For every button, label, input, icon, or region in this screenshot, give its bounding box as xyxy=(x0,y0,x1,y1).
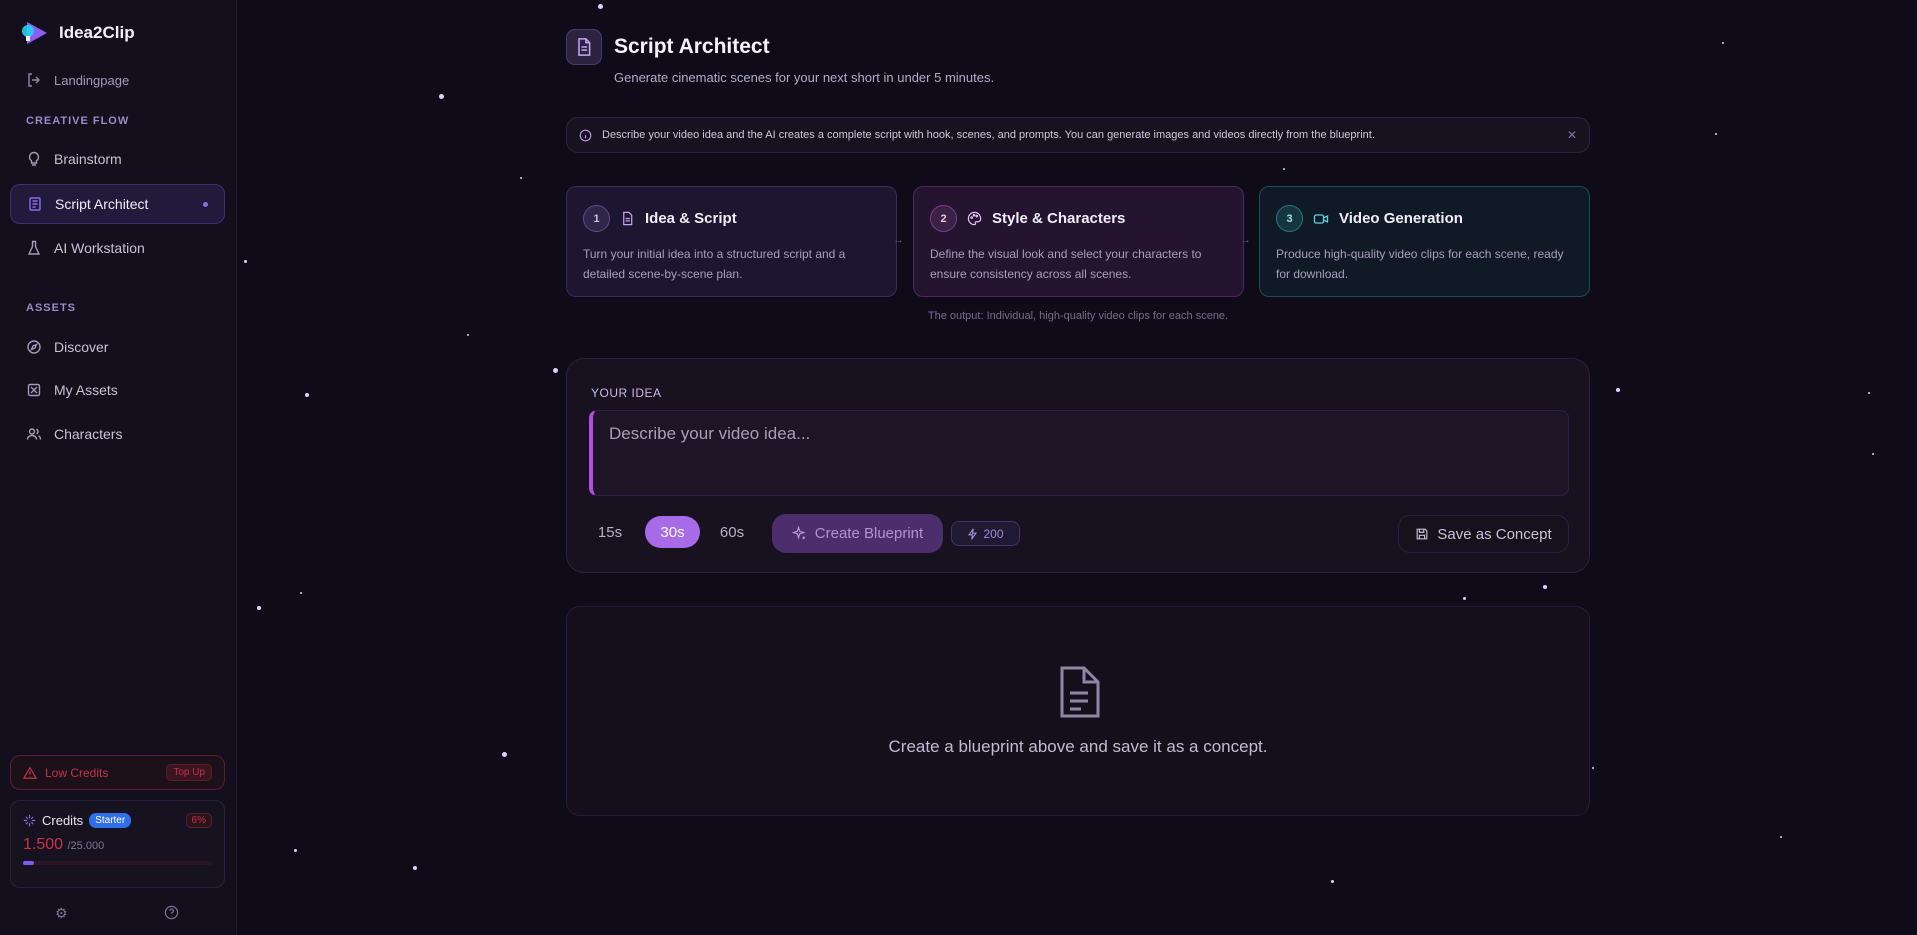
sidebar-item-label: Brainstorm xyxy=(54,151,122,167)
save-icon xyxy=(1416,528,1428,540)
help-icon[interactable] xyxy=(164,905,179,923)
plan-badge: Starter xyxy=(89,813,132,828)
lightning-icon xyxy=(968,528,978,539)
credits-value-row: 1.500 /25.000 xyxy=(23,836,212,854)
output-note: The output: Individual, high-quality vid… xyxy=(927,310,1229,322)
duration-60s-button[interactable]: 60s xyxy=(711,516,753,548)
duration-15s-button[interactable]: 15s xyxy=(589,516,631,548)
sidebar-item-characters[interactable]: Characters xyxy=(10,414,225,454)
sidebar-item-label: Discover xyxy=(54,339,109,355)
sidebar-item-script-architect[interactable]: Script Architect xyxy=(10,184,225,224)
sidebar-item-label: AI Workstation xyxy=(54,240,145,256)
close-icon[interactable]: ✕ xyxy=(1567,128,1577,142)
step-description: Define the visual look and select your c… xyxy=(930,247,1202,281)
create-blueprint-label: Create Blueprint xyxy=(814,525,924,542)
sidebar-item-discover[interactable]: Discover xyxy=(10,327,225,367)
sidebar-item-my-assets[interactable]: My Assets xyxy=(10,370,225,410)
step-description: Produce high-quality video clips for eac… xyxy=(1276,247,1564,281)
create-blueprint-button[interactable]: Create Blueprint xyxy=(772,514,943,553)
empty-state-text: Create a blueprint above and save it as … xyxy=(888,737,1268,756)
credits-card: Credits Starter 6% 1.500 /25.000 xyxy=(10,800,225,888)
document-icon xyxy=(623,211,633,226)
step-card-style-characters: 2 Style & Characters Define the visual l… xyxy=(913,186,1244,297)
save-as-concept-label: Save as Concept xyxy=(1437,525,1552,543)
sidebar-item-label: My Assets xyxy=(54,382,118,398)
sidebar-item-label: Characters xyxy=(54,426,123,442)
credits-label: Credits xyxy=(42,813,84,828)
script-architect-icon xyxy=(566,29,602,65)
settings-icon[interactable]: ⚙ xyxy=(55,905,68,922)
step-number: 3 xyxy=(1276,205,1303,232)
section-label-creative-flow: CREATIVE FLOW xyxy=(26,115,130,127)
app-name: Idea2Clip xyxy=(59,23,135,42)
info-banner: Describe your video idea and the AI crea… xyxy=(566,117,1590,153)
sparkle-icon xyxy=(791,526,806,540)
sidebar-item-landingpage[interactable]: Landingpage xyxy=(10,60,225,100)
info-icon xyxy=(579,129,592,141)
logo-icon xyxy=(19,20,49,46)
credits-progress-fill xyxy=(23,861,35,865)
step-description: Turn your initial idea into a structured… xyxy=(583,247,846,281)
active-indicator-dot xyxy=(203,201,208,207)
top-up-button[interactable]: Top Up xyxy=(166,764,212,781)
sparkle-icon xyxy=(23,814,36,827)
step-number: 2 xyxy=(930,205,957,232)
script-icon xyxy=(29,197,41,211)
empty-state-panel: Create a blueprint above and save it as … xyxy=(566,606,1590,816)
low-credits-label: Low Credits xyxy=(45,765,109,780)
users-icon xyxy=(26,428,42,440)
idea-panel: YOUR IDEA 15s 30s 60s Create Blueprint 2… xyxy=(566,358,1590,573)
credits-progress-bar xyxy=(23,861,212,865)
flask-icon xyxy=(27,240,41,255)
credits-total: /25.000 xyxy=(67,840,105,852)
step-title: Style & Characters xyxy=(992,210,1126,227)
arrow-right-icon: → xyxy=(893,234,904,246)
palette-icon xyxy=(967,211,982,226)
sidebar-item-brainstorm[interactable]: Brainstorm xyxy=(10,139,225,179)
sidebar-item-ai-workstation[interactable]: AI Workstation xyxy=(10,228,225,268)
credits-percent-badge: 6% xyxy=(185,813,212,828)
sidebar-item-label: Script Architect xyxy=(55,196,149,212)
sidebar: Idea2Clip Landingpage CREATIVE FLOW Brai… xyxy=(0,0,237,935)
idea-label: YOUR IDEA xyxy=(591,386,662,400)
logout-icon xyxy=(28,73,40,87)
page-title: Script Architect xyxy=(614,35,770,58)
credits-value: 1.500 xyxy=(23,836,64,853)
credit-cost-value: 200 xyxy=(983,526,1004,541)
save-as-concept-button[interactable]: Save as Concept xyxy=(1398,515,1569,553)
credit-cost-badge: 200 xyxy=(951,521,1020,546)
idea-input[interactable] xyxy=(589,410,1569,496)
duration-30s-button[interactable]: 30s xyxy=(645,516,700,548)
section-label-assets: ASSETS xyxy=(26,302,77,314)
app-logo[interactable]: Idea2Clip xyxy=(19,20,135,46)
step-card-video-generation: 3 Video Generation Produce high-quality … xyxy=(1259,186,1590,297)
video-icon xyxy=(1313,213,1329,224)
low-credits-alert: Low Credits Top Up xyxy=(10,755,225,790)
warning-icon xyxy=(23,766,37,779)
arrow-right-icon: → xyxy=(1240,234,1251,246)
step-number: 1 xyxy=(583,205,610,232)
sidebar-item-label: Landingpage xyxy=(54,72,130,88)
step-title: Video Generation xyxy=(1339,210,1463,227)
document-icon xyxy=(1056,665,1102,724)
page-subtitle: Generate cinematic scenes for your next … xyxy=(614,70,995,85)
lightbulb-icon xyxy=(28,151,40,166)
compass-icon xyxy=(27,340,41,354)
info-text: Describe your video idea and the AI crea… xyxy=(602,129,1375,141)
assets-icon xyxy=(27,383,41,397)
step-card-idea-script: 1 Idea & Script Turn your initial idea i… xyxy=(566,186,897,297)
step-title: Idea & Script xyxy=(645,210,737,227)
